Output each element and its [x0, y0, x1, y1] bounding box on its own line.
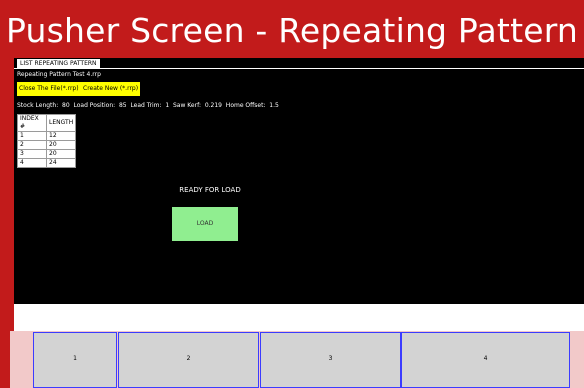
table-cell-index[interactable]: 3 [17, 149, 47, 159]
table-cell-length[interactable]: 24 [45, 158, 77, 168]
position-button-2[interactable]: 2 [118, 332, 259, 388]
table-row[interactable]: 2 20 [17, 140, 77, 150]
table-cell-index[interactable]: 2 [17, 140, 47, 150]
table-cell-index[interactable]: 4 [17, 158, 47, 168]
column-header-length: LENGTH [45, 114, 77, 132]
slide-frame: Pusher Screen - Repeating Pattern LIST R… [0, 0, 584, 388]
table-row[interactable]: 1 12 [17, 131, 77, 141]
close-file-button[interactable]: Close The File(*.rrp) [17, 82, 81, 96]
position-button-1[interactable]: 1 [33, 332, 117, 388]
create-new-button[interactable]: Create New (*.rrp) [81, 82, 141, 96]
position-button-3[interactable]: 3 [260, 332, 401, 388]
table-cell-index[interactable]: 1 [17, 131, 47, 141]
tab-divider [14, 68, 584, 69]
position-button-4[interactable]: 4 [401, 332, 570, 388]
table-row[interactable]: 3 20 [17, 149, 77, 159]
pattern-table: INDEX # LENGTH 1 12 2 20 3 20 4 24 [17, 114, 77, 168]
tab-repeating-pattern[interactable]: LIST REPEATING PATTERN [17, 59, 100, 68]
load-button[interactable]: LOAD [172, 207, 238, 241]
table-cell-length[interactable]: 20 [45, 140, 77, 150]
table-header-row: INDEX # LENGTH [17, 114, 77, 132]
table-row[interactable]: 4 24 [17, 158, 77, 168]
table-cell-length[interactable]: 12 [45, 131, 77, 141]
stock-parameters-readout: Stock Length: 80 Load Position: 85 Lead … [17, 102, 279, 109]
file-name-label: Repeating Pattern Test 4.rrp [17, 71, 101, 78]
pusher-screen: LIST REPEATING PATTERN Repeating Pattern… [14, 58, 584, 304]
table-cell-length[interactable]: 20 [45, 149, 77, 159]
page-title: Pusher Screen - Repeating Pattern [5, 11, 579, 50]
column-header-index: INDEX # [17, 114, 47, 132]
status-text: READY FOR LOAD [179, 186, 241, 194]
